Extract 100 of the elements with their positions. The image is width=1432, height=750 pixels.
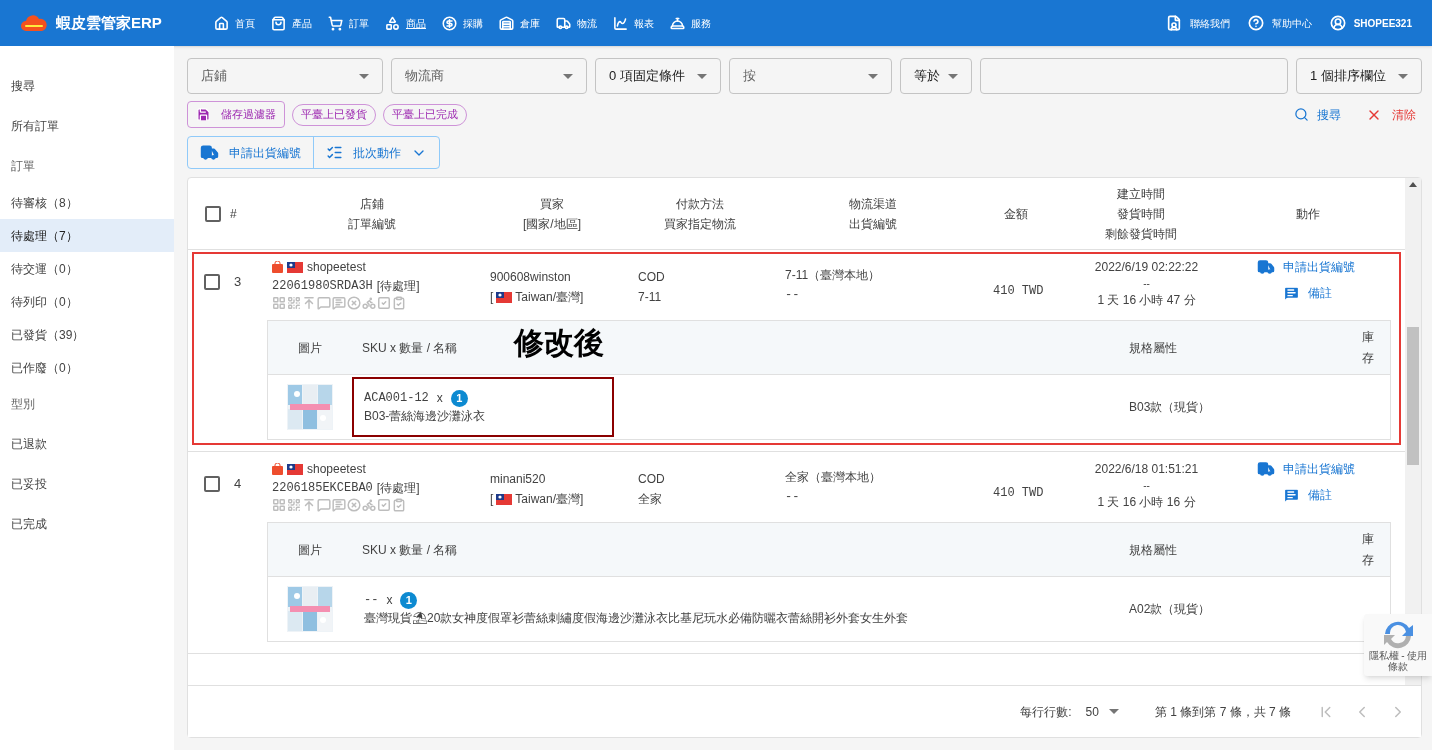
status-icon[interactable] <box>347 296 361 310</box>
nav-item[interactable]: 採購 <box>442 15 483 31</box>
shipping-channel: 7-11（臺灣本地） <box>785 267 882 284</box>
checkbox[interactable] <box>205 205 221 222</box>
caret-icon <box>697 73 707 79</box>
sidebar-item[interactable]: 待處理（7） <box>0 219 174 252</box>
filter-select[interactable]: 1 個排序欄位 <box>1296 58 1422 94</box>
row-number: 3 <box>234 273 242 292</box>
nav-item[interactable]: 物流 <box>556 15 597 31</box>
recaptcha-icon <box>1381 620 1415 650</box>
search-icon <box>1294 107 1309 122</box>
filter-select[interactable]: 店鋪 <box>187 58 383 94</box>
order-number[interactable]: 2206185EKCEBA0 <box>272 479 373 497</box>
filter-select[interactable]: 按 <box>729 58 892 94</box>
store-name: shopeetest <box>307 461 366 478</box>
status-icon[interactable] <box>362 296 376 310</box>
rows-per-page-label: 每行行數: <box>1020 703 1072 721</box>
item-column-header: SKU x 數量 / 名稱 <box>362 339 458 357</box>
contact-icon <box>1165 15 1182 31</box>
nav-icon <box>613 15 628 31</box>
note-icon <box>1283 486 1300 504</box>
header-link[interactable]: 幫助中心 <box>1247 15 1312 31</box>
request-tracking-link[interactable]: 申請出貨編號 <box>1257 258 1399 276</box>
status-icon[interactable] <box>377 296 391 310</box>
nav-item[interactable]: 首頁 <box>214 15 255 31</box>
status-icon[interactable] <box>332 498 346 512</box>
status-icon[interactable] <box>362 498 376 512</box>
truck-icon <box>200 143 219 162</box>
app-title[interactable]: 蝦皮雲管家ERP <box>56 11 162 35</box>
checkbox[interactable] <box>204 476 220 492</box>
batch-action-button[interactable]: 批次動作 <box>313 137 439 168</box>
bracket: [ <box>490 289 494 306</box>
save-filter-button[interactable]: 儲存過濾器 <box>187 101 285 128</box>
cloud-logo[interactable] <box>20 14 48 32</box>
status-icon[interactable] <box>377 498 391 512</box>
checklist-icon <box>326 144 343 161</box>
page-range: 第 1 條到第 7 條，共 7 條 <box>1154 703 1291 721</box>
status-icon[interactable] <box>287 296 301 310</box>
order-status: [待處理] <box>376 480 420 497</box>
scrollbar-thumb[interactable] <box>1407 327 1419 465</box>
item-sku: -- <box>364 592 379 609</box>
status-icon[interactable] <box>272 296 286 310</box>
column-header: 訂單編號 <box>348 215 396 233</box>
column-header: # <box>230 205 238 223</box>
clear-button[interactable]: 清除 <box>1366 105 1416 124</box>
nav-item[interactable]: 服務 <box>670 15 711 31</box>
amount: 410 TWD <box>993 485 1044 502</box>
filter-select[interactable]: 等於 <box>900 58 972 94</box>
tracking-number: -- <box>785 489 801 506</box>
nav-icon <box>271 15 286 31</box>
filter-select[interactable]: 物流商 <box>391 58 587 94</box>
buyer-shipping: 全家 <box>638 491 663 508</box>
search-button[interactable]: 搜尋 <box>1294 105 1341 124</box>
status-icon[interactable] <box>302 296 316 310</box>
filter-value-field[interactable] <box>980 58 1288 94</box>
truck-icon <box>1257 460 1275 478</box>
status-icon[interactable] <box>347 498 361 512</box>
column-header: 店鋪 <box>360 195 384 213</box>
tracking-number: -- <box>785 287 801 304</box>
recaptcha-badge[interactable]: 隱私權 - 使用條款 <box>1364 614 1432 676</box>
note-link[interactable]: 備註 <box>1257 284 1399 302</box>
quantity-badge: 1 <box>450 389 468 407</box>
order-number[interactable]: 22061980SRDA3H <box>272 277 373 295</box>
status-icon[interactable] <box>332 296 346 310</box>
remaining-time: 1 天 16 小時 16 分 <box>1097 494 1196 511</box>
recaptcha-terms[interactable]: 隱私權 - 使用條款 <box>1364 650 1432 672</box>
column-header: 金額 <box>1003 205 1028 223</box>
request-tracking-button[interactable]: 申請出貨編號 <box>188 137 313 168</box>
note-link[interactable]: 備註 <box>1257 486 1399 504</box>
column-header: 發貨時間 <box>1116 205 1165 223</box>
caret-icon <box>563 73 573 79</box>
status-icon[interactable] <box>287 498 301 512</box>
nav-item[interactable]: 訂單 <box>328 15 369 31</box>
status-icon[interactable] <box>392 296 406 310</box>
shipped-time: -- <box>1143 479 1150 493</box>
checkbox[interactable] <box>204 274 220 290</box>
item-column-header: 庫存 <box>1362 531 1374 569</box>
status-icon[interactable] <box>392 498 406 512</box>
nav-item[interactable]: 倉庫 <box>499 15 540 31</box>
bracket: ] <box>580 289 584 306</box>
scroll-up-icon[interactable] <box>1409 182 1417 187</box>
nav-item[interactable]: 產品 <box>271 15 312 31</box>
item-column-header: 圖片 <box>298 541 322 559</box>
filter-select[interactable]: 0 項固定條件 <box>595 58 721 94</box>
status-icon[interactable] <box>302 498 316 512</box>
account-menu[interactable]: SHOPEE321 <box>1329 15 1412 31</box>
nav-item[interactable]: 報表 <box>613 15 654 31</box>
item-name: B03-蕾絲海邊沙灘泳衣 <box>364 408 487 425</box>
payment-method: COD <box>638 269 666 286</box>
column-header: 買家 <box>540 195 564 213</box>
status-icon[interactable] <box>272 498 286 512</box>
status-icon[interactable] <box>317 498 331 512</box>
rows-per-page-select[interactable]: 50 <box>1085 702 1119 721</box>
flag-icon <box>496 493 513 505</box>
nav-icon <box>328 15 343 31</box>
request-tracking-link[interactable]: 申請出貨編號 <box>1257 460 1399 478</box>
header-link[interactable]: 聯絡我們 <box>1165 15 1230 31</box>
status-icon[interactable] <box>317 296 331 310</box>
times-sign: x <box>386 592 393 609</box>
nav-item[interactable]: 商品 <box>385 15 426 31</box>
